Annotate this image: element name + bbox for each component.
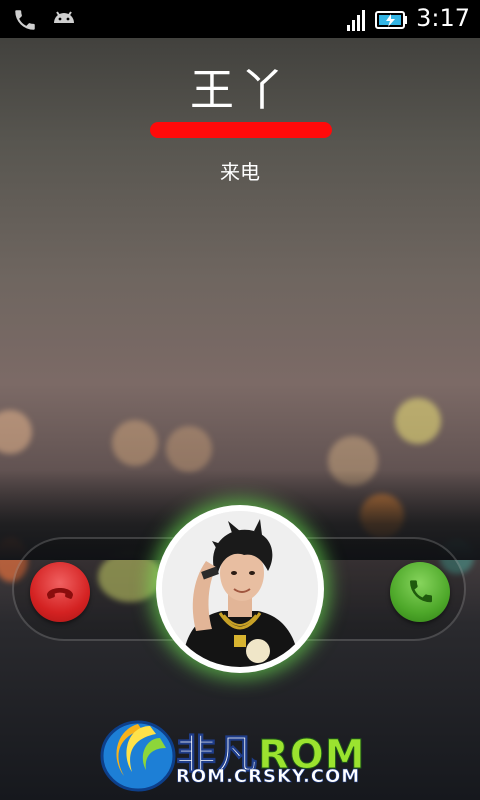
- answer-button[interactable]: [390, 562, 450, 622]
- watermark-logo: 非凡ROM ROM.CRSKY.COM: [98, 708, 388, 796]
- avatar: [162, 511, 318, 667]
- bokeh-light: [395, 398, 441, 444]
- caller-photo-handle[interactable]: [156, 505, 324, 673]
- signal-icon: [346, 8, 368, 36]
- watermark-url: ROM.CRSKY.COM: [176, 766, 361, 788]
- decline-button[interactable]: [30, 562, 90, 622]
- battery-charging-icon: [375, 10, 409, 34]
- status-bar: 3:17: [0, 0, 480, 38]
- phone-icon: [12, 7, 38, 37]
- android-icon: [50, 7, 78, 35]
- call-status-label: 来电: [220, 160, 260, 184]
- bokeh-light: [112, 420, 158, 466]
- bokeh-light: [166, 426, 212, 472]
- phone-answer-icon: [410, 580, 432, 603]
- hangup-icon: [47, 588, 73, 599]
- redaction-mark: [150, 122, 332, 138]
- crsky-logo-icon: [100, 720, 176, 792]
- status-clock: 3:17: [416, 4, 470, 32]
- caller-name: 王丫: [190, 65, 290, 116]
